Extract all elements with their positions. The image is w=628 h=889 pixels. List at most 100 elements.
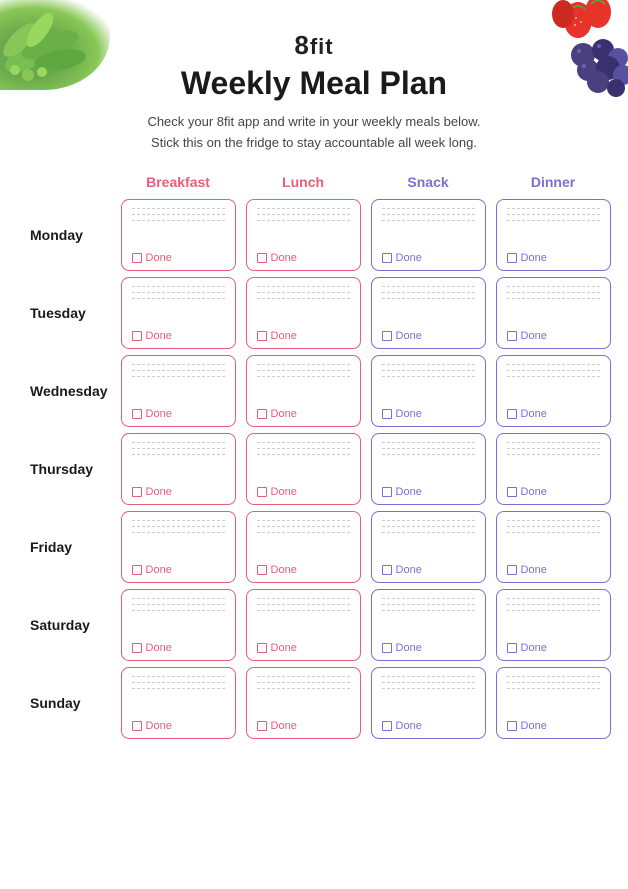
meal-box-friday-lunch: Done xyxy=(246,511,361,583)
dotted-line xyxy=(257,442,350,443)
meal-box-thursday-breakfast: Done xyxy=(121,433,236,505)
done-row-friday-lunch[interactable]: Done xyxy=(257,564,350,576)
dotted-line xyxy=(257,292,350,293)
dotted-line xyxy=(132,448,225,449)
dotted-line xyxy=(382,682,475,683)
dotted-line xyxy=(507,364,600,365)
done-row-monday-dinner[interactable]: Done xyxy=(507,252,600,264)
done-row-wednesday-snack[interactable]: Done xyxy=(382,408,475,420)
done-checkbox[interactable] xyxy=(132,331,142,341)
dotted-line xyxy=(257,688,350,689)
done-row-friday-breakfast[interactable]: Done xyxy=(132,564,225,576)
done-row-thursday-snack[interactable]: Done xyxy=(382,486,475,498)
dotted-line xyxy=(132,532,225,533)
dotted-line xyxy=(382,292,475,293)
done-row-sunday-dinner[interactable]: Done xyxy=(507,720,600,732)
done-row-wednesday-dinner[interactable]: Done xyxy=(507,408,600,420)
done-row-tuesday-breakfast[interactable]: Done xyxy=(132,330,225,342)
meal-box-monday-breakfast: Done xyxy=(121,199,236,271)
done-row-thursday-dinner[interactable]: Done xyxy=(507,486,600,498)
done-checkbox[interactable] xyxy=(507,487,517,497)
dotted-line xyxy=(382,208,475,209)
meal-body: MondayDoneDoneDoneDoneTuesdayDoneDoneDon… xyxy=(30,196,616,742)
done-checkbox[interactable] xyxy=(382,409,392,419)
done-row-tuesday-dinner[interactable]: Done xyxy=(507,330,600,342)
meal-box-sunday-snack: Done xyxy=(371,667,486,739)
done-checkbox[interactable] xyxy=(382,565,392,575)
done-checkbox[interactable] xyxy=(507,253,517,263)
dotted-line xyxy=(257,598,350,599)
done-label: Done xyxy=(271,408,297,420)
done-checkbox[interactable] xyxy=(507,643,517,653)
done-row-monday-lunch[interactable]: Done xyxy=(257,252,350,264)
meal-cell-wednesday-dinner: Done xyxy=(491,352,616,430)
header-dinner: Dinner xyxy=(491,174,616,196)
done-checkbox[interactable] xyxy=(507,331,517,341)
done-checkbox[interactable] xyxy=(257,643,267,653)
done-checkbox[interactable] xyxy=(382,487,392,497)
dotted-line xyxy=(132,376,225,377)
dotted-line xyxy=(257,214,350,215)
meal-box-tuesday-breakfast: Done xyxy=(121,277,236,349)
done-checkbox[interactable] xyxy=(132,487,142,497)
done-row-sunday-breakfast[interactable]: Done xyxy=(132,720,225,732)
dotted-line xyxy=(257,454,350,455)
dotted-line xyxy=(507,214,600,215)
done-row-sunday-snack[interactable]: Done xyxy=(382,720,475,732)
table-row: Saturday Done Done Done Done xyxy=(30,586,616,664)
dotted-line xyxy=(257,532,350,533)
done-row-wednesday-breakfast[interactable]: Done xyxy=(132,408,225,420)
done-row-sunday-lunch[interactable]: Done xyxy=(257,720,350,732)
done-checkbox[interactable] xyxy=(257,331,267,341)
done-checkbox[interactable] xyxy=(382,331,392,341)
done-checkbox[interactable] xyxy=(382,643,392,653)
done-row-friday-dinner[interactable]: Done xyxy=(507,564,600,576)
done-row-saturday-snack[interactable]: Done xyxy=(382,642,475,654)
done-row-thursday-breakfast[interactable]: Done xyxy=(132,486,225,498)
done-checkbox[interactable] xyxy=(507,409,517,419)
done-row-friday-snack[interactable]: Done xyxy=(382,564,475,576)
meal-cell-monday-lunch: Done xyxy=(241,196,366,274)
done-row-saturday-lunch[interactable]: Done xyxy=(257,642,350,654)
dotted-line xyxy=(507,298,600,299)
done-row-monday-snack[interactable]: Done xyxy=(382,252,475,264)
dotted-line xyxy=(132,520,225,521)
done-row-saturday-breakfast[interactable]: Done xyxy=(132,642,225,654)
done-row-tuesday-snack[interactable]: Done xyxy=(382,330,475,342)
done-checkbox[interactable] xyxy=(382,721,392,731)
done-checkbox[interactable] xyxy=(132,565,142,575)
done-row-tuesday-lunch[interactable]: Done xyxy=(257,330,350,342)
dotted-line xyxy=(382,532,475,533)
dotted-line xyxy=(132,214,225,215)
dotted-line xyxy=(507,688,600,689)
dotted-line xyxy=(507,448,600,449)
done-row-wednesday-lunch[interactable]: Done xyxy=(257,408,350,420)
done-row-thursday-lunch[interactable]: Done xyxy=(257,486,350,498)
done-checkbox[interactable] xyxy=(257,487,267,497)
done-row-saturday-dinner[interactable]: Done xyxy=(507,642,600,654)
done-checkbox[interactable] xyxy=(257,565,267,575)
done-checkbox[interactable] xyxy=(507,565,517,575)
meal-cell-thursday-breakfast: Done xyxy=(116,430,241,508)
done-checkbox[interactable] xyxy=(132,409,142,419)
done-checkbox[interactable] xyxy=(507,721,517,731)
done-checkbox[interactable] xyxy=(382,253,392,263)
done-checkbox[interactable] xyxy=(132,643,142,653)
done-row-monday-breakfast[interactable]: Done xyxy=(132,252,225,264)
done-checkbox[interactable] xyxy=(257,409,267,419)
meal-box-wednesday-breakfast: Done xyxy=(121,355,236,427)
meal-cell-sunday-snack: Done xyxy=(366,664,491,742)
done-checkbox[interactable] xyxy=(132,721,142,731)
done-label: Done xyxy=(146,252,172,264)
day-label-saturday: Saturday xyxy=(30,586,116,664)
page-title: Weekly Meal Plan xyxy=(30,65,598,102)
dotted-line xyxy=(507,376,600,377)
done-checkbox[interactable] xyxy=(132,253,142,263)
done-checkbox[interactable] xyxy=(257,253,267,263)
day-label-friday: Friday xyxy=(30,508,116,586)
dotted-line xyxy=(132,292,225,293)
meal-cell-tuesday-breakfast: Done xyxy=(116,274,241,352)
meal-box-thursday-lunch: Done xyxy=(246,433,361,505)
dotted-line xyxy=(132,598,225,599)
done-checkbox[interactable] xyxy=(257,721,267,731)
